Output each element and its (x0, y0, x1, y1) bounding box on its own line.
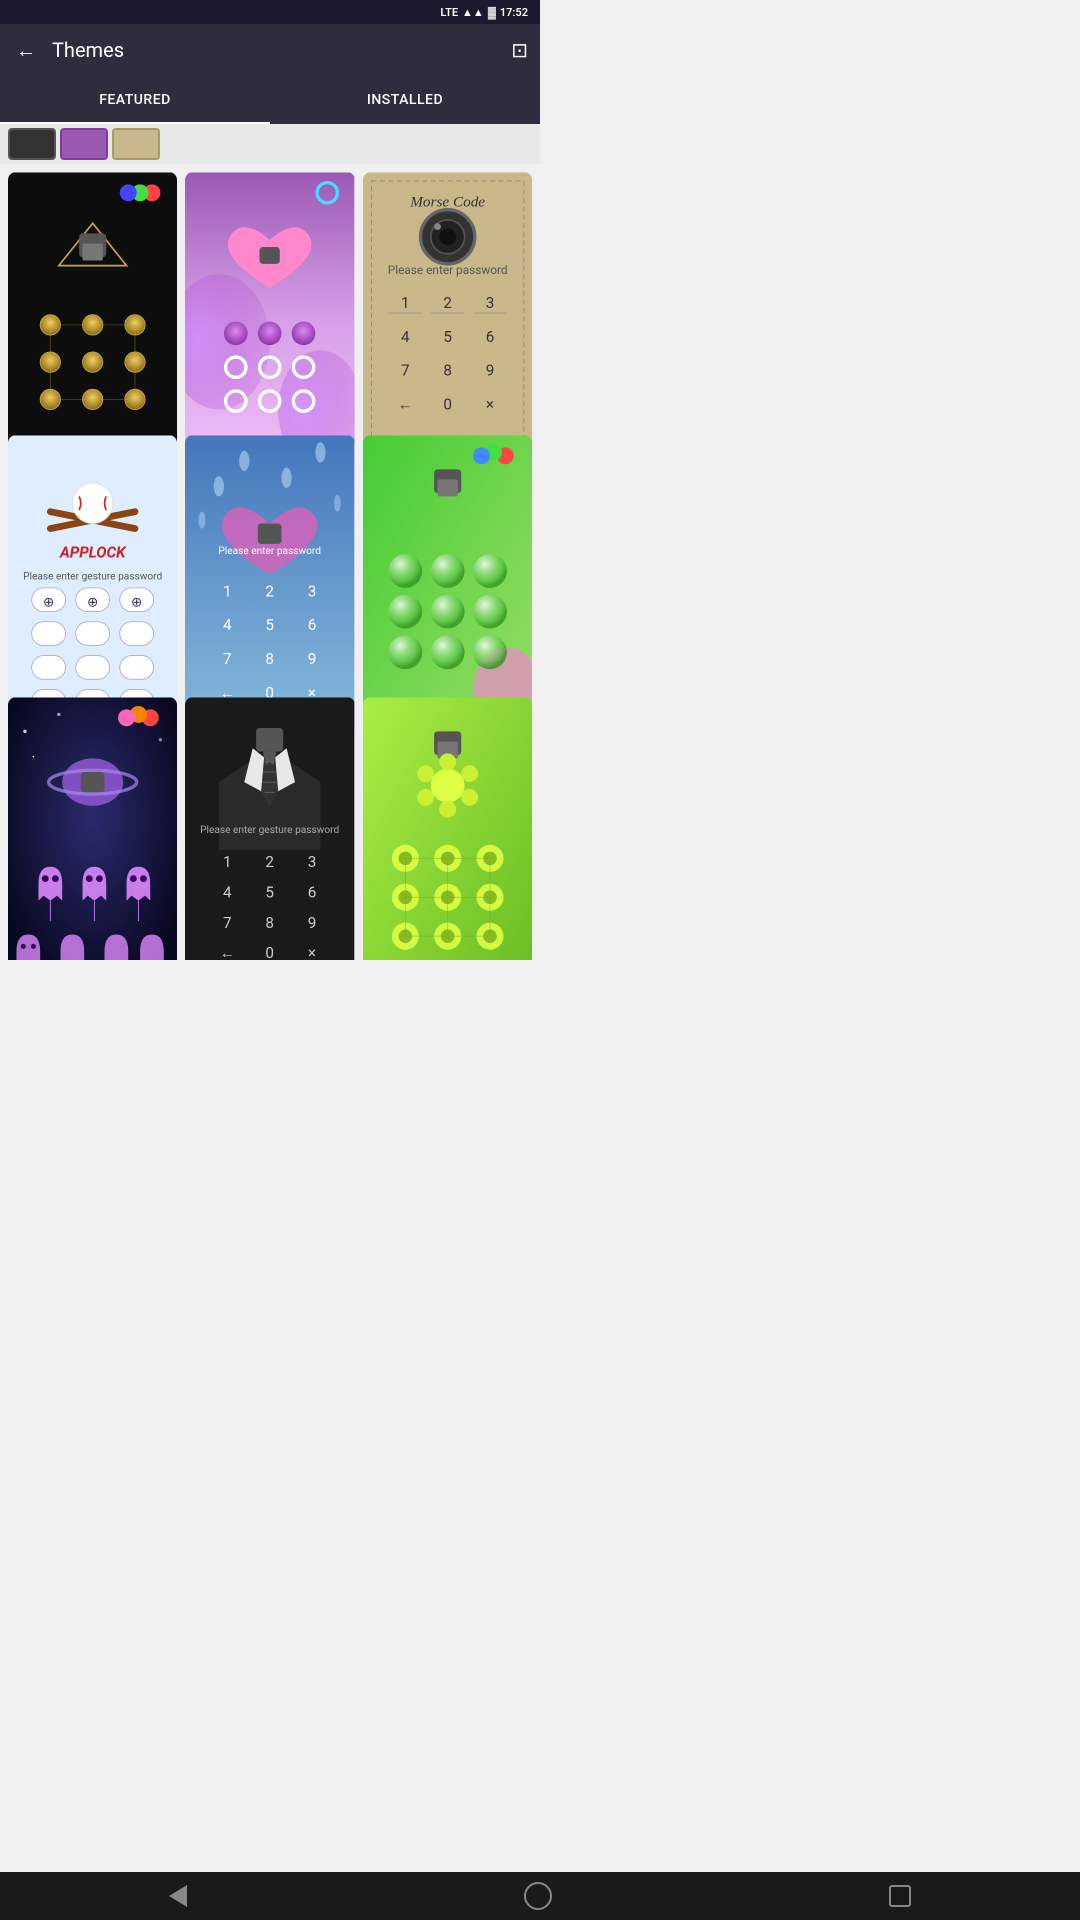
sub-tab-thumb-2[interactable] (60, 128, 108, 160)
svg-text:APPLOCK: APPLOCK (59, 543, 127, 561)
svg-text:←: ← (397, 396, 412, 414)
svg-text:4: 4 (223, 616, 232, 634)
svg-text:⊕: ⊕ (87, 594, 98, 610)
back-nav-button[interactable] (169, 1885, 187, 1907)
svg-text:Please enter password: Please enter password (387, 263, 507, 277)
svg-text:5: 5 (266, 884, 275, 902)
svg-text:8: 8 (266, 914, 275, 932)
svg-text:2: 2 (443, 294, 452, 312)
svg-text:9: 9 (485, 362, 494, 380)
theme-card-3[interactable]: Morse Code 1 2 3 4 5 6 7 8 9 ← 0 × Pleas… (363, 172, 532, 474)
svg-text:9: 9 (308, 650, 317, 668)
time-display: 17:52 (500, 6, 528, 19)
theme-grid: Morse Code 1 2 3 4 5 6 7 8 9 ← 0 × Pleas… (0, 164, 540, 960)
lte-icon: LTE (440, 6, 458, 19)
svg-text:9: 9 (308, 914, 317, 932)
svg-text:3: 3 (308, 582, 317, 600)
svg-text:×: × (486, 396, 494, 414)
svg-text:3: 3 (308, 853, 317, 871)
svg-text:2: 2 (266, 582, 275, 600)
back-button[interactable]: ← (12, 34, 40, 67)
bottom-nav (0, 1872, 1080, 1920)
theme-card-6[interactable] (363, 435, 532, 737)
svg-text:0: 0 (266, 945, 275, 960)
theme-card-1[interactable] (8, 172, 177, 474)
svg-text:4: 4 (401, 328, 410, 346)
theme-card-8[interactable]: Please enter gesture password 1 2 3 4 5 … (185, 697, 354, 960)
svg-text:7: 7 (223, 650, 232, 668)
theme-card-5[interactable]: Please enter password 1 2 3 4 5 6 7 8 9 … (185, 435, 354, 737)
svg-text:7: 7 (223, 914, 232, 932)
svg-text:7: 7 (401, 362, 410, 380)
theme-card-7[interactable] (8, 697, 177, 960)
tab-bar: FEATURED INSTALLED (0, 76, 540, 124)
svg-text:5: 5 (443, 328, 452, 346)
battery-icon: ▓ (488, 6, 496, 19)
svg-text:8: 8 (266, 650, 275, 668)
theme-card-9[interactable] (363, 697, 532, 960)
svg-text:6: 6 (485, 328, 494, 346)
svg-text:2: 2 (266, 853, 275, 871)
svg-text:←: ← (220, 945, 235, 960)
svg-text:6: 6 (308, 616, 317, 634)
svg-text:⊕: ⊕ (43, 594, 54, 610)
app-header: ← Themes ⊡ (0, 24, 540, 76)
sub-tabs (0, 124, 540, 164)
svg-text:6: 6 (308, 884, 317, 902)
tab-installed[interactable]: INSTALLED (270, 76, 540, 124)
theme-card-4[interactable]: APPLOCK Please enter gesture password ⊕ … (8, 435, 177, 737)
status-bar: LTE ▲▲ ▓ 17:52 (0, 0, 540, 24)
svg-text:×: × (308, 945, 316, 960)
svg-text:Please enter password: Please enter password (219, 546, 322, 557)
crop-icon[interactable]: ⊡ (511, 38, 528, 62)
home-nav-button[interactable] (524, 1882, 552, 1910)
svg-text:Morse Code: Morse Code (409, 193, 485, 210)
tab-featured[interactable]: FEATURED (0, 76, 270, 124)
svg-text:1: 1 (401, 294, 410, 312)
svg-text:8: 8 (443, 362, 452, 380)
svg-text:Please enter gesture password: Please enter gesture password (23, 571, 162, 582)
signal-icon: ▲▲ (462, 6, 484, 19)
svg-text:1: 1 (223, 582, 232, 600)
sub-tab-thumb-3[interactable] (112, 128, 160, 160)
svg-text:⊕: ⊕ (131, 594, 142, 610)
svg-text:1: 1 (223, 853, 232, 871)
page-title: Themes (52, 38, 499, 62)
svg-text:3: 3 (485, 294, 494, 312)
svg-text:4: 4 (223, 884, 232, 902)
sub-tab-thumb-1[interactable] (8, 128, 56, 160)
svg-text:0: 0 (443, 396, 452, 414)
recent-nav-button[interactable] (889, 1885, 911, 1907)
theme-card-2[interactable] (185, 172, 354, 474)
svg-text:5: 5 (266, 616, 275, 634)
svg-text:Please enter gesture password: Please enter gesture password (200, 825, 339, 836)
